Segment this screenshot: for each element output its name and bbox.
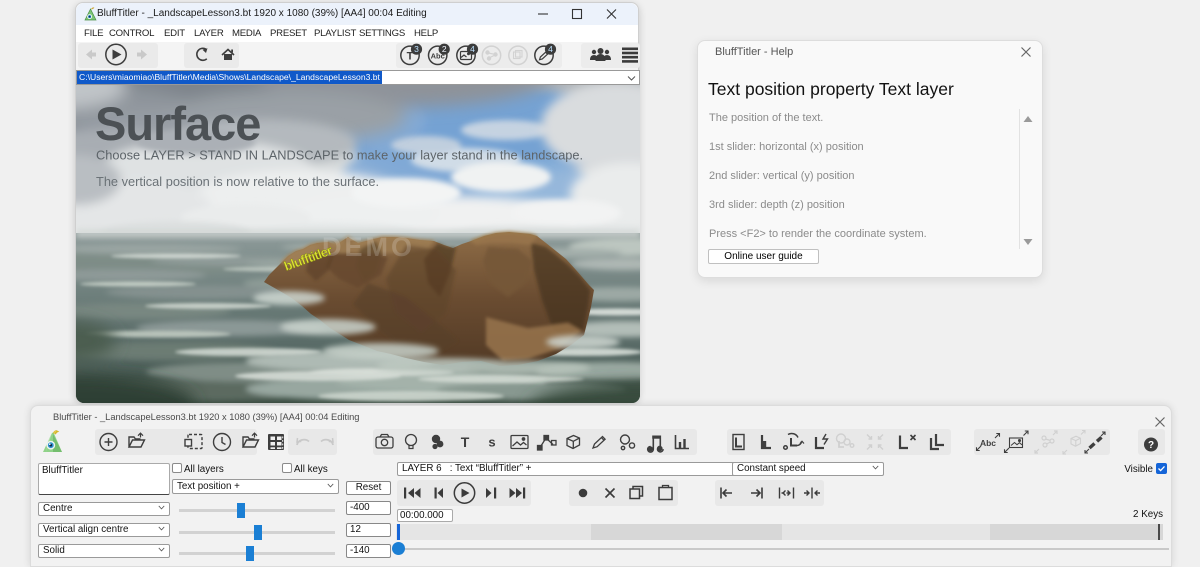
svg-text:3: 3: [414, 44, 419, 54]
svg-text:4: 4: [548, 44, 553, 54]
svg-text:The vertical position is now r: The vertical position is now relative to…: [96, 174, 379, 189]
svg-text:4: 4: [470, 44, 475, 54]
svg-text:Choose LAYER > STAND IN LANDSC: Choose LAYER > STAND IN LANDSCAPE to mak…: [96, 148, 583, 163]
svg-text:s: s: [488, 435, 495, 450]
svg-text:DEMO: DEMO: [322, 232, 415, 262]
svg-text:?: ?: [1148, 440, 1154, 451]
svg-text:2: 2: [442, 44, 447, 54]
svg-text:T: T: [461, 434, 470, 450]
svg-text:Abc: Abc: [980, 438, 996, 448]
svg-text:Surface: Surface: [95, 97, 260, 150]
